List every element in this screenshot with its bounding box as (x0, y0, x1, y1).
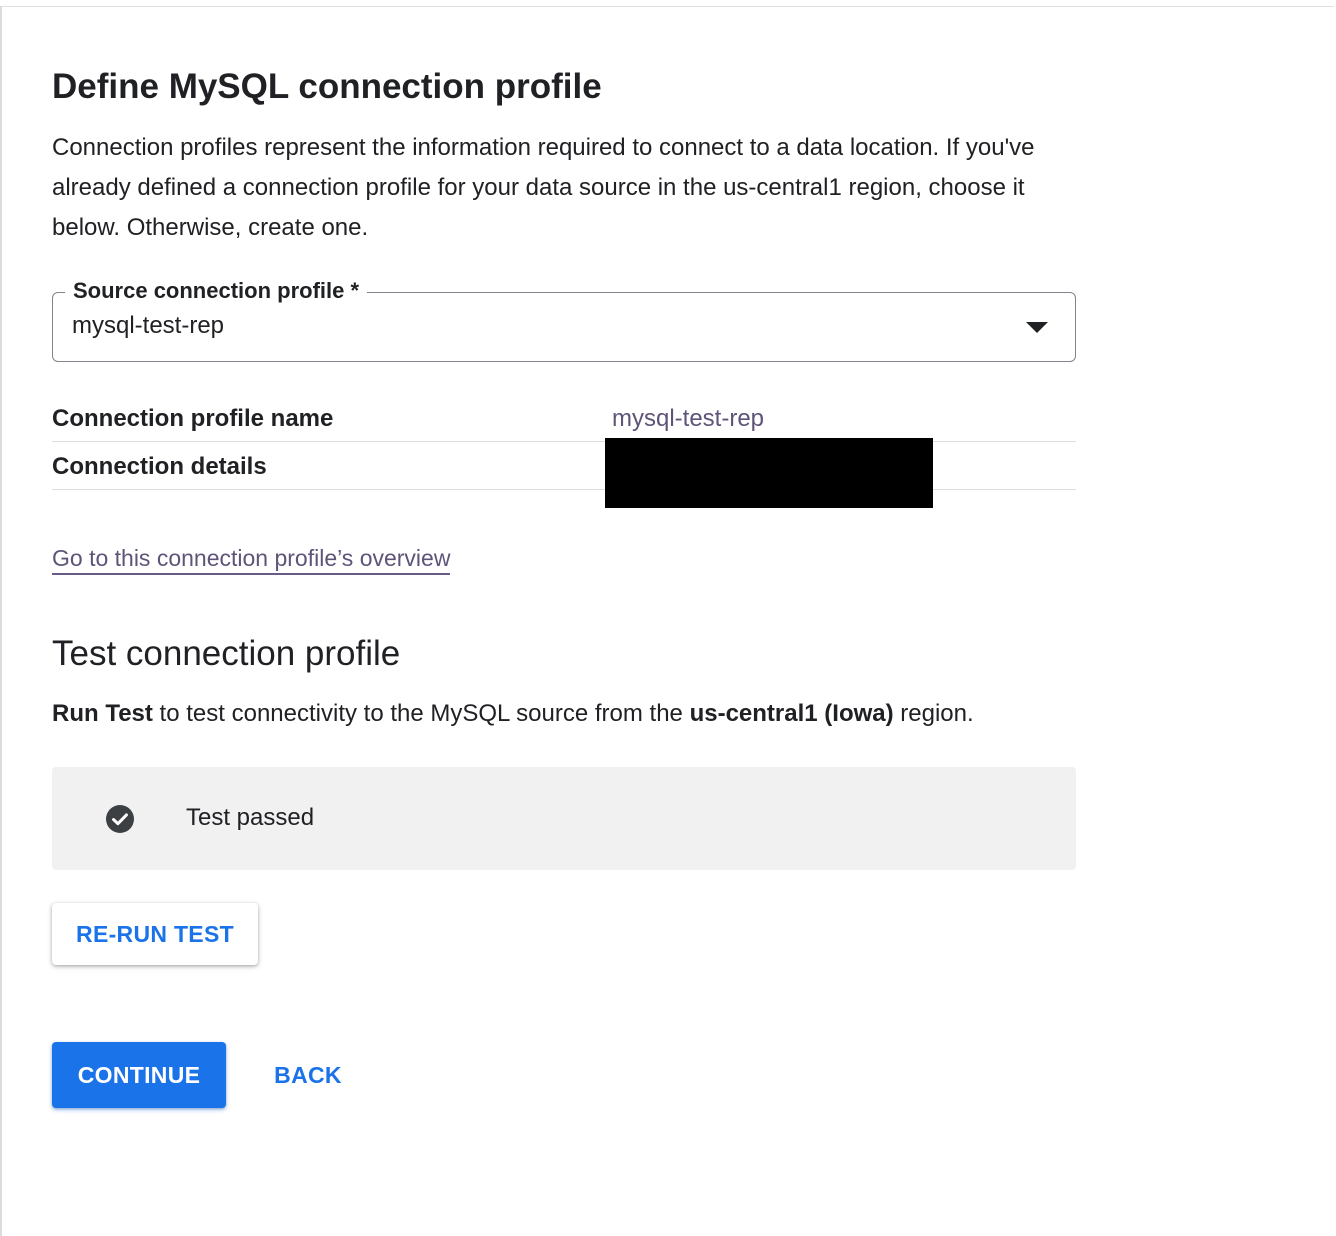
required-marker: * (350, 278, 360, 303)
dropdown-arrow-icon[interactable] (1026, 322, 1048, 333)
test-section-description: Run Test to test connectivity to the MyS… (52, 699, 974, 729)
region-emphasis: us-central1 (Iowa) (689, 700, 894, 727)
detail-row-profile-name: Connection profile name mysql-test-rep (52, 393, 1076, 442)
select-value: mysql-test-rep (72, 312, 225, 339)
page-description: Connection profiles represent the inform… (52, 134, 1035, 241)
page-title: Define MySQL connection profile (52, 67, 602, 106)
select-label-text: Source connection profile (73, 278, 345, 303)
connection-profile-overview-link[interactable]: Go to this connection profile’s overview (52, 544, 451, 575)
detail-label: Connection details (52, 453, 267, 480)
test-result-box: Test passed (52, 767, 1076, 870)
back-button[interactable]: BACK (262, 1042, 354, 1108)
detail-label: Connection profile name (52, 405, 334, 432)
detail-value: mysql-test-rep (612, 405, 765, 432)
test-desc-suffix: region. (893, 700, 974, 727)
select-label: Source connection profile * (65, 277, 368, 305)
continue-button[interactable]: CONTINUE (52, 1042, 226, 1108)
re-run-test-button[interactable]: RE-RUN TEST (52, 903, 258, 965)
test-section-title: Test connection profile (52, 634, 401, 673)
check-circle-icon (106, 805, 134, 833)
test-desc-text: to test connectivity to the MySQL source… (152, 700, 690, 727)
test-result-text: Test passed (186, 804, 315, 831)
redacted-connection-details (605, 438, 933, 508)
source-connection-profile-select[interactable]: Source connection profile * mysql-test-r… (52, 277, 1076, 362)
page-frame: Define MySQL connection profile Connecti… (0, 6, 1334, 1236)
run-test-emphasis: Run Test (52, 700, 153, 727)
